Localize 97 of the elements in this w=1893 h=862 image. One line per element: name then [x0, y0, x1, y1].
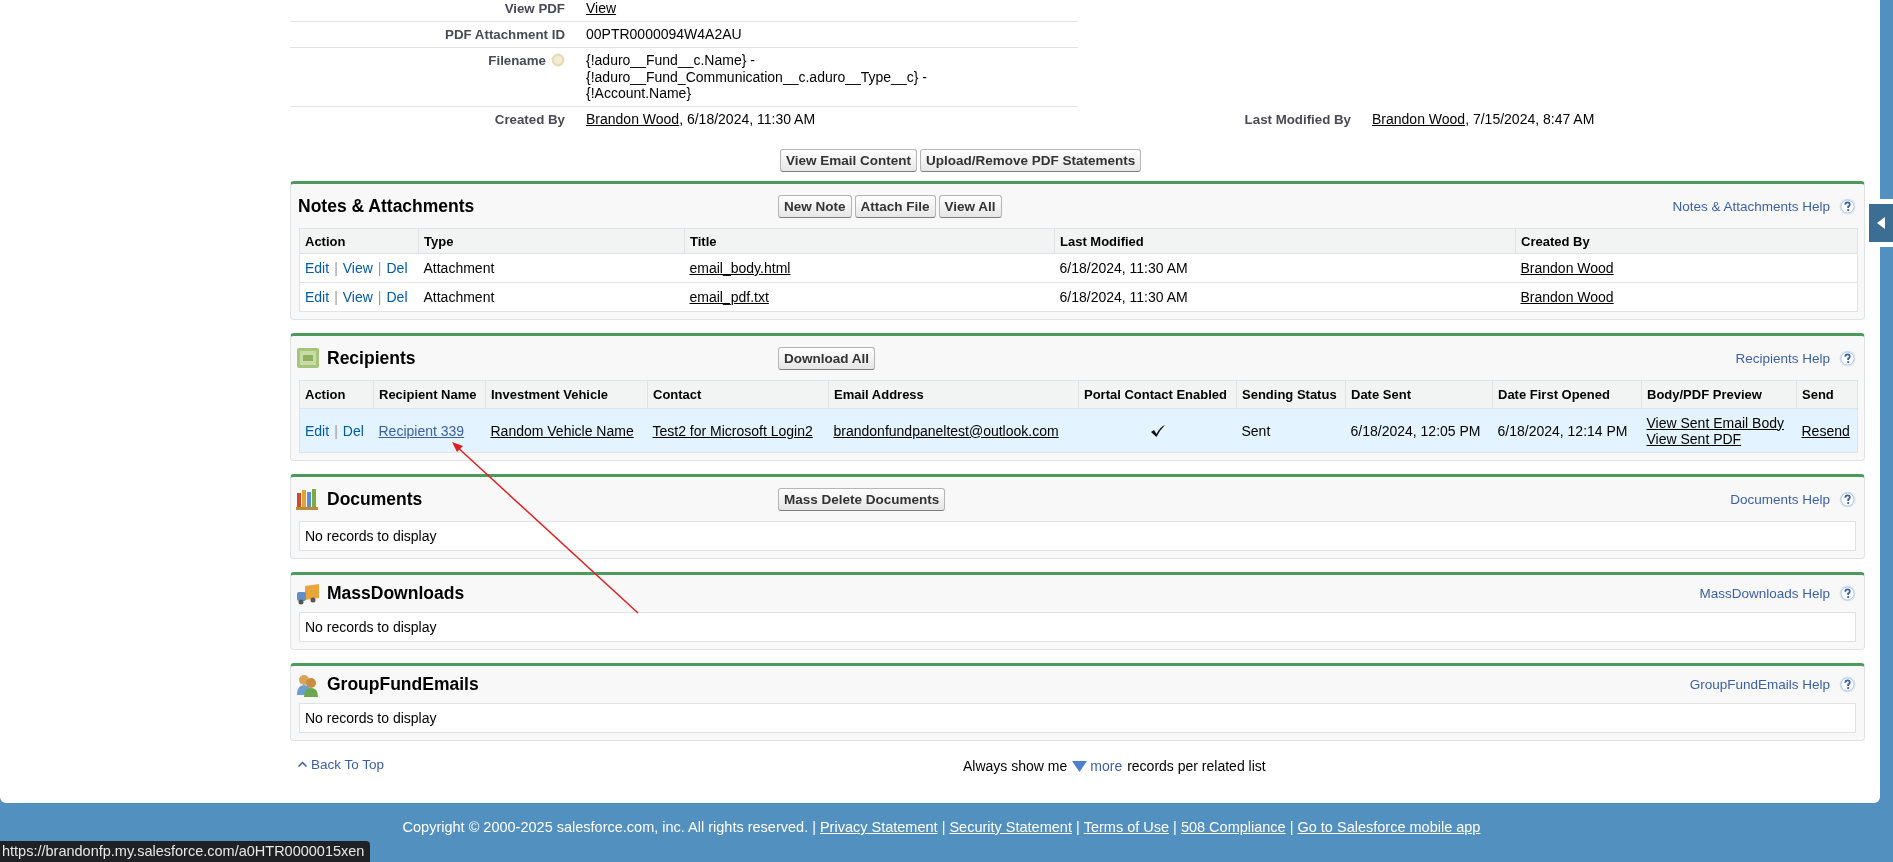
table-cell: Attachment [418, 282, 685, 312]
record-link[interactable]: email_body.html [689, 260, 791, 276]
status-url: https://brandonfp.my.salesforce.com/a0HTR0000015xen [0, 841, 371, 862]
action-link[interactable]: Edit [305, 422, 330, 439]
record-link[interactable]: email_pdf.txt [689, 289, 769, 305]
action-link[interactable]: Del [386, 260, 408, 276]
help-link[interactable]: Notes & Attachments Help [1672, 198, 1830, 214]
copyright-text: Copyright © 2000-2025 salesforce.com, inc. All rights reserved. [402, 819, 809, 835]
action-link[interactable]: View [342, 260, 373, 276]
table-cell: 6/18/2024, 12:14 PM [1492, 408, 1642, 453]
link-separator: | [1289, 819, 1294, 835]
empty-message: No records to display [299, 521, 1856, 551]
list-setting-text: Always show me [963, 758, 1068, 774]
table-cell: 6/18/2024, 12:05 PM [1345, 408, 1493, 453]
column-header: Action [299, 228, 419, 254]
column-header: Last Modified [1054, 228, 1516, 254]
table-cell: 6/18/2024, 11:30 AM [1054, 282, 1516, 312]
empty-message: No records to display [299, 612, 1856, 642]
column-header: Action [299, 380, 374, 409]
more-link[interactable]: more [1072, 758, 1123, 774]
help-link[interactable]: MassDownloads Help [1699, 586, 1830, 601]
column-header: Created By [1515, 228, 1858, 254]
field-value: 00PTR0000094W4A2AU [586, 26, 742, 43]
preview-link[interactable]: View Sent PDF [1646, 430, 1792, 447]
caret-icon [298, 761, 307, 767]
user-link[interactable]: Brandon Wood [1372, 111, 1466, 127]
record-link[interactable]: Brandon Wood [1520, 289, 1614, 305]
column-header: Recipient Name [373, 380, 486, 409]
field-value: Brandon Wood, 6/18/2024, 11:30 AM [586, 111, 816, 128]
help-icon[interactable] [1839, 350, 1856, 366]
table-cell: Attachment [418, 253, 685, 283]
section-title: GroupFundEmails [327, 674, 479, 695]
link-separator: | [1075, 819, 1080, 835]
field-value: {!aduro__Fund__c.Name} - {!aduro__Fund_Communication__c.aduro__Type__c} - {!Account.Name} [586, 52, 928, 102]
empty-message: No records to display [299, 703, 1856, 733]
user-link[interactable]: View [586, 0, 617, 16]
section-title: Recipients [327, 347, 416, 369]
link-separator: | [941, 819, 946, 835]
help-link[interactable]: Recipients Help [1735, 350, 1830, 366]
column-header: Investment Vehicle [485, 380, 648, 409]
column-header: Date Sent [1345, 380, 1493, 409]
action-link[interactable]: Edit [305, 260, 330, 276]
table-cell: Sent [1236, 408, 1346, 453]
action-link[interactable]: Edit [305, 289, 330, 305]
user-link[interactable]: Brandon Wood [586, 111, 680, 127]
list-setting-text: records per related list [1127, 758, 1266, 774]
column-header: Sending Status [1236, 380, 1346, 409]
action-link[interactable]: View [342, 289, 373, 305]
section-title: MassDownloads [327, 583, 465, 604]
action-button[interactable]: Upload/Remove PDF Statements [920, 149, 1142, 172]
back-to-top-link[interactable]: Back To Top [311, 756, 385, 772]
people-icon [297, 674, 318, 697]
stamp-icon [297, 348, 319, 368]
section-title: Notes & Attachments [298, 195, 475, 217]
link-separator: | [334, 289, 338, 305]
link-separator: | [377, 289, 382, 305]
collapse-arrow-icon [1877, 217, 1885, 229]
column-header: Title [684, 228, 1055, 254]
help-icon[interactable] [1839, 676, 1856, 693]
column-header: Type [418, 228, 685, 254]
action-link[interactable]: Del [342, 422, 364, 439]
help-link[interactable]: GroupFundEmails Help [1689, 677, 1830, 692]
column-header: Contact [647, 380, 829, 409]
field-label: Filename [488, 53, 546, 68]
field-label: Created By [494, 112, 565, 127]
action-button[interactable]: New Note [778, 194, 852, 218]
field-value: Brandon Wood, 7/15/2024, 8:47 AM [1372, 111, 1595, 127]
link-separator: | [377, 260, 382, 276]
column-header: Send [1796, 380, 1858, 409]
help-icon[interactable] [1839, 198, 1856, 214]
section-title: Documents [327, 488, 423, 510]
action-button[interactable]: Download All [778, 346, 875, 370]
column-header: Portal Contact Enabled [1078, 380, 1237, 409]
action-button[interactable]: View Email Content [780, 149, 918, 172]
link-separator: | [812, 819, 816, 835]
help-icon[interactable] [1839, 491, 1856, 507]
triangle-down-icon [1072, 760, 1088, 772]
column-header: Body/PDF Preview [1641, 380, 1797, 409]
column-header: Date First Opened [1492, 380, 1642, 409]
record-link[interactable]: Brandon Wood [1520, 260, 1614, 276]
link-separator: | [334, 260, 338, 276]
field-label: Last Modified By [1244, 112, 1351, 127]
help-link[interactable]: Documents Help [1730, 491, 1830, 507]
link-separator: | [334, 422, 338, 439]
books-icon [296, 489, 318, 510]
action-button[interactable]: Attach File [854, 194, 936, 218]
action-button[interactable]: Mass Delete Documents [778, 487, 946, 511]
column-header: Email Address [828, 380, 1079, 409]
help-icon[interactable] [1839, 585, 1856, 602]
field-label: PDF Attachment ID [445, 27, 565, 42]
truck-icon [297, 583, 319, 604]
preview-link[interactable]: View Sent Email Body [1646, 414, 1792, 431]
link-separator: | [1173, 819, 1177, 835]
action-link[interactable]: Del [386, 289, 408, 305]
field-label: View PDF [504, 1, 565, 16]
table-cell: 6/18/2024, 11:30 AM [1054, 253, 1516, 283]
action-button[interactable]: View All [938, 194, 1002, 218]
